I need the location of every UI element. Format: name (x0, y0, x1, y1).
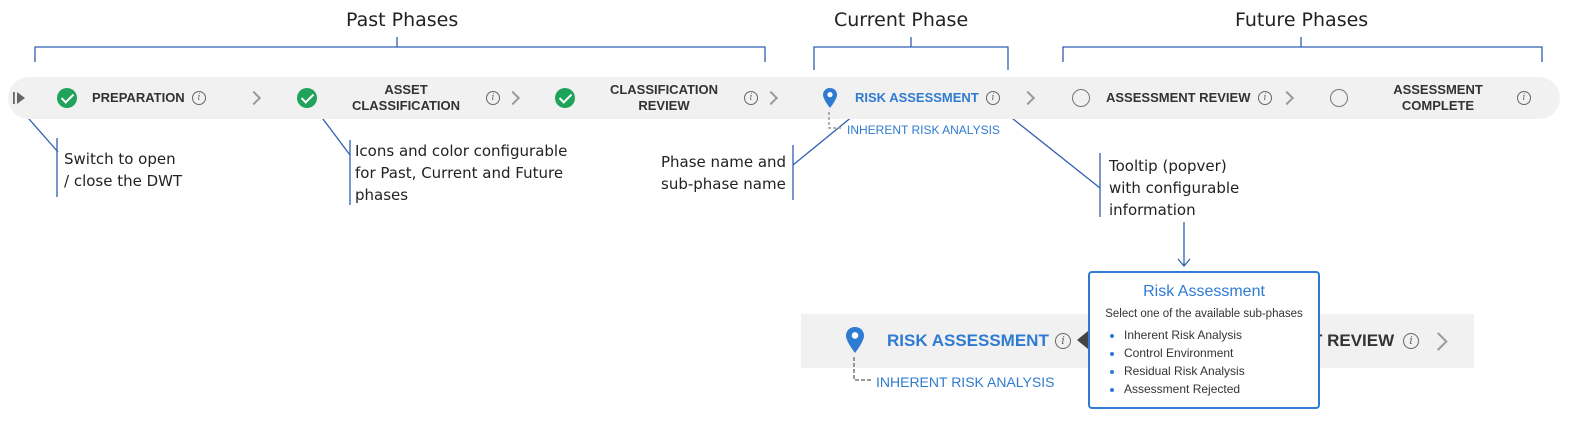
info-icon[interactable]: i (1055, 333, 1071, 349)
tooltip-leader (992, 102, 1101, 217)
sub-phase-label[interactable]: INHERENT RISK ANALYSIS (847, 123, 1000, 137)
info-icon[interactable]: i (1517, 91, 1531, 105)
annotation-line: information (1109, 201, 1196, 219)
phase-label-line: ASSESSMENT REVIEW (1106, 90, 1251, 105)
check-circle-icon (57, 88, 77, 108)
info-icon[interactable]: i (192, 91, 206, 105)
phase-label-asset-classification[interactable]: ASSET CLASSIFICATION (348, 82, 464, 114)
risk-assessment-popover: Risk Assessment Select one of the availa… (1088, 271, 1320, 409)
annotation-line: Icons and color configurable (355, 142, 568, 160)
switch-leader (21, 110, 59, 197)
annotation-line: Switch to open (64, 150, 176, 168)
popover-title: Risk Assessment (1143, 283, 1265, 300)
phase-label-classification-review[interactable]: CLASSIFICATION REVIEW (604, 82, 724, 114)
phase-label-risk-assessment[interactable]: RISK ASSESSMENT (855, 90, 979, 106)
icons-leader (313, 106, 351, 205)
phase-label-line: PREPARATION (92, 90, 185, 105)
annotation-line: phases (355, 186, 409, 204)
toggle-drawer-icon[interactable] (12, 90, 26, 106)
phase-label-preparation[interactable]: PREPARATION (92, 90, 185, 106)
popover-arrow-line (1177, 222, 1191, 267)
empty-circle-icon (1330, 89, 1348, 107)
sub-phase-option[interactable]: Inherent Risk Analysis (1124, 326, 1245, 344)
zoom-next-phase-label[interactable]: T REVIEW (1312, 331, 1394, 351)
info-icon[interactable]: i (744, 91, 758, 105)
past-brace (34, 37, 766, 62)
annotation-line: for Past, Current and Future (355, 164, 564, 182)
current-brace (813, 37, 1009, 70)
sub-phase-connector (853, 357, 871, 381)
map-pin-icon (823, 88, 837, 108)
phase-label-line: CLASSIFICATION (351, 98, 461, 113)
info-icon[interactable]: i (1258, 91, 1272, 105)
check-circle-icon (555, 88, 575, 108)
annotation-icons: Icons and color configurable for Past, C… (355, 140, 567, 206)
info-icon[interactable]: i (486, 91, 500, 105)
phase-label-line: CLASSIFICATION (609, 82, 719, 97)
phase-label-assessment-review[interactable]: ASSESSMENT REVIEW (1106, 90, 1250, 106)
empty-circle-icon (1072, 89, 1090, 107)
annotation-line: Tooltip (popver) (1109, 157, 1227, 175)
zoom-sub-phase-label[interactable]: INHERENT RISK ANALYSIS (876, 374, 1054, 390)
annotation-line: / close the DWT (64, 172, 183, 190)
sub-phase-option[interactable]: Assessment Rejected (1124, 380, 1245, 398)
phase-stepper-bar (8, 77, 1560, 119)
phase-label-line: REVIEW (638, 98, 690, 113)
sub-phase-option[interactable]: Residual Risk Analysis (1124, 362, 1245, 380)
annotation-phase-name: Phase name and sub-phase name (661, 151, 786, 195)
phase-label-line: COMPLETE (1401, 98, 1475, 113)
annotation-tooltip: Tooltip (popver) with configurable infor… (1109, 155, 1239, 221)
zoom-phase-label[interactable]: RISK ASSESSMENT (887, 331, 1049, 351)
annotation-switch: Switch to open / close the DWT (64, 148, 182, 192)
info-icon[interactable]: i (1403, 333, 1419, 349)
sub-phase-option[interactable]: Control Environment (1124, 344, 1245, 362)
future-brace (1062, 37, 1543, 62)
map-pin-icon (846, 327, 864, 353)
phase-label-assessment-complete[interactable]: ASSESSMENT COMPLETE (1386, 82, 1490, 114)
sub-phase-connector (828, 112, 842, 129)
info-icon[interactable]: i (986, 91, 1000, 105)
annotation-line: Phase name and (661, 153, 787, 171)
phase-label-line: RISK ASSESSMENT (855, 90, 979, 105)
phase-label-line: ASSET (384, 82, 428, 97)
annotation-line: sub-phase name (661, 175, 786, 193)
popover-description: Select one of the available sub-phases (1105, 308, 1303, 320)
annotation-line: with configurable (1109, 179, 1240, 197)
sub-phase-list: Inherent Risk Analysis Control Environme… (1094, 326, 1245, 398)
check-circle-icon (297, 88, 317, 108)
phase-label-line: ASSESSMENT (1393, 82, 1483, 97)
